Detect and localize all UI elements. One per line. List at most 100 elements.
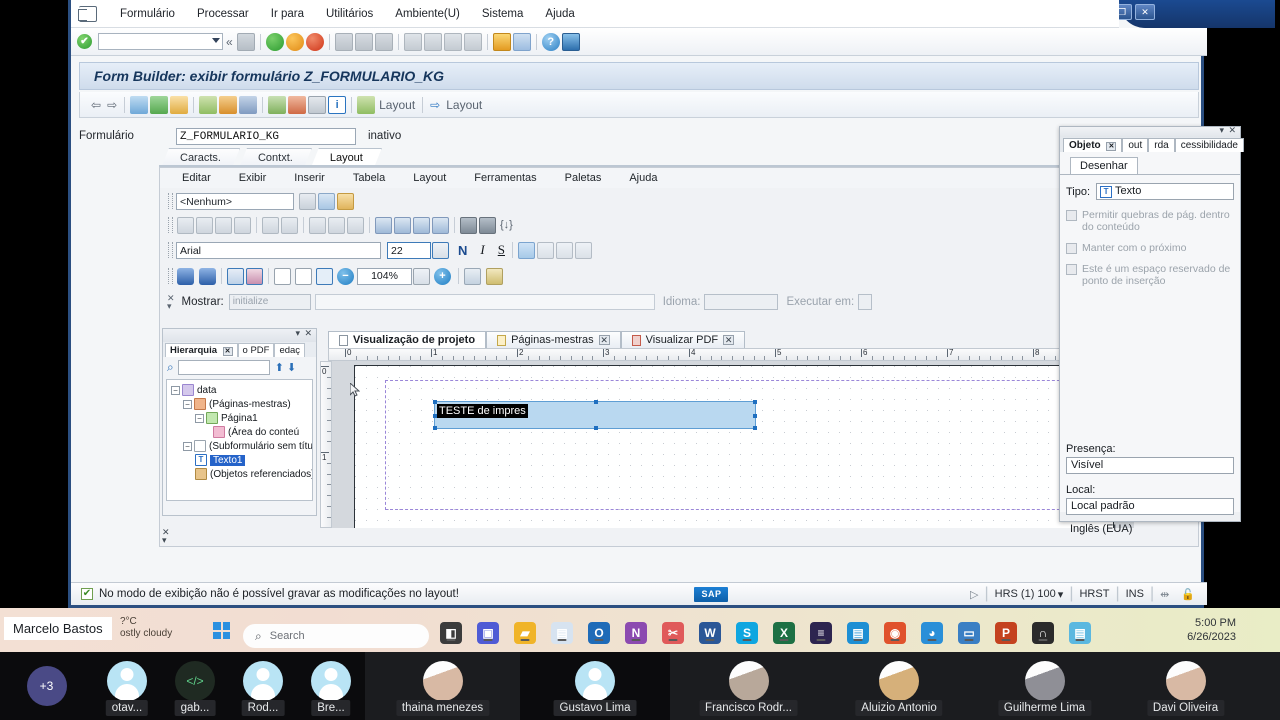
layout-arrow-icon[interactable]: ⇨ bbox=[430, 98, 440, 112]
tree-node-data[interactable]: − data bbox=[169, 383, 310, 397]
menu-sistema[interactable]: Sistema bbox=[471, 5, 535, 23]
lastpass-icon[interactable]: ∩ bbox=[1032, 622, 1054, 644]
subform-boundary[interactable]: TESTE de impres ABC! bbox=[385, 380, 1109, 510]
tab-visualizar-pdf[interactable]: Visualizar PDF ✕ bbox=[620, 331, 746, 348]
panel-close-icon[interactable]: ✕ ▾ bbox=[167, 294, 175, 311]
tree-node-content-area[interactable]: (Área do conteú bbox=[169, 425, 310, 439]
bring-to-front-icon[interactable] bbox=[375, 216, 392, 234]
resize-handle[interactable] bbox=[753, 414, 757, 418]
tree-node-referenced-objects[interactable]: (Objetos referenciados) bbox=[169, 467, 312, 481]
resize-handle[interactable] bbox=[753, 400, 757, 404]
status-resize-icon[interactable]: ⇹ bbox=[1160, 588, 1169, 601]
checkbox-keep-with-next[interactable]: Manter com o próximo bbox=[1066, 242, 1234, 254]
hierarchy-icon[interactable] bbox=[268, 95, 287, 114]
video-participant-tile[interactable]: Guilherme Lima bbox=[971, 652, 1118, 720]
tree-node-master-pages[interactable]: − (Páginas-mestras) bbox=[169, 397, 310, 411]
enter-icon[interactable]: ✔ bbox=[77, 34, 92, 49]
language-select[interactable] bbox=[704, 294, 779, 310]
dark-circle-icon[interactable]: ≡ bbox=[810, 622, 832, 644]
video-participant-tile[interactable]: Aluizio Antonio bbox=[827, 652, 971, 720]
status-lock-icon[interactable]: 🔓 bbox=[1181, 588, 1195, 601]
overflow-count-badge[interactable]: +3 bbox=[26, 666, 67, 706]
tab-layout-palette[interactable]: out bbox=[1122, 138, 1149, 152]
resize-handle[interactable] bbox=[433, 426, 437, 430]
messages-collapse-icon[interactable]: ✕ ▾ bbox=[162, 528, 170, 545]
taskbar-clock[interactable]: 5:00 PM 6/26/2023 bbox=[1187, 616, 1236, 644]
show-script-select[interactable]: initialize bbox=[228, 294, 311, 310]
activate-icon[interactable] bbox=[150, 95, 169, 114]
align-bottom-icon[interactable] bbox=[281, 216, 298, 234]
first-page-icon[interactable] bbox=[403, 32, 422, 51]
chevron-down-icon[interactable] bbox=[212, 38, 220, 43]
distribute-vertical-icon[interactable] bbox=[328, 216, 345, 234]
tab-borda-palette[interactable]: rda bbox=[1148, 138, 1175, 152]
video-participant-tile[interactable]: Rod... bbox=[229, 652, 297, 720]
align-right-icon[interactable] bbox=[215, 216, 232, 234]
expander-icon[interactable]: − bbox=[183, 441, 192, 451]
hierarchy-tree[interactable]: − data − (Páginas-mestras) − Página1 (Ár… bbox=[166, 379, 313, 501]
snip-tool-icon[interactable]: ✂ bbox=[662, 622, 684, 644]
close-icon[interactable]: ✕ bbox=[598, 335, 610, 345]
test-icon[interactable] bbox=[239, 95, 258, 114]
panel-menu-icon[interactable]: ▾ bbox=[295, 328, 300, 339]
checkbox-icon[interactable] bbox=[1066, 243, 1077, 254]
locale-select[interactable]: Local padrão bbox=[1066, 498, 1234, 515]
video-participant-tile[interactable]: Francisco Rodr... bbox=[670, 652, 827, 720]
snap-to-grid-icon[interactable] bbox=[246, 267, 263, 285]
chrome-icon[interactable]: ◉ bbox=[884, 622, 906, 644]
resize-handle[interactable] bbox=[753, 426, 757, 430]
palette-close-icon[interactable]: ✕ bbox=[1228, 125, 1236, 136]
toolbar-grip[interactable] bbox=[168, 268, 173, 284]
command-field[interactable] bbox=[98, 33, 223, 50]
zoom-chevron-icon[interactable] bbox=[413, 267, 430, 285]
align-center-icon[interactable] bbox=[196, 216, 213, 234]
text-object-selected[interactable]: TESTE de impres bbox=[433, 400, 757, 430]
tab-order-icon[interactable]: {↓} bbox=[500, 219, 513, 231]
palette-menu-icon[interactable]: ▾ bbox=[1219, 125, 1224, 136]
outlook-icon[interactable]: O bbox=[588, 622, 610, 644]
customize-icon[interactable] bbox=[561, 32, 580, 51]
checkbox-icon[interactable] bbox=[1066, 264, 1077, 275]
preview-pdf-icon[interactable] bbox=[464, 267, 481, 285]
menu-formulario[interactable]: Formulário bbox=[109, 5, 186, 23]
tab-acessibilidade[interactable]: cessibilidade bbox=[1174, 138, 1244, 152]
close-icon[interactable]: ✕ bbox=[1106, 142, 1117, 151]
sap-logon-icon[interactable]: ▤ bbox=[847, 622, 869, 644]
expander-icon[interactable]: − bbox=[183, 399, 192, 409]
status-chevron-icon[interactable]: ▾ bbox=[1058, 588, 1064, 601]
center-in-page-icon[interactable] bbox=[347, 216, 364, 234]
toolbar-grip[interactable] bbox=[168, 242, 173, 258]
underline-button[interactable]: S bbox=[498, 242, 505, 258]
resize-handle[interactable] bbox=[594, 400, 598, 404]
expander-icon[interactable]: − bbox=[195, 413, 204, 423]
menu-processar[interactable]: Processar bbox=[186, 5, 260, 23]
font-size-select[interactable]: 22 bbox=[387, 241, 431, 259]
next-page-icon[interactable] bbox=[443, 32, 462, 51]
powerpoint-icon[interactable]: P bbox=[995, 622, 1017, 644]
spellcheck-icon[interactable] bbox=[486, 267, 503, 285]
designer-menu-paletas[interactable]: Paletas bbox=[551, 170, 616, 186]
video-participant-tile[interactable]: otav... bbox=[93, 652, 161, 720]
search-icon[interactable]: ⌕ bbox=[167, 360, 174, 375]
file-explorer-icon[interactable]: ▰ bbox=[514, 622, 536, 644]
script-editor-input[interactable] bbox=[314, 294, 655, 310]
tree-node-pagina1[interactable]: − Página1 bbox=[169, 411, 310, 425]
back-arrow-icon[interactable]: ⇦ bbox=[91, 98, 101, 112]
create-session-icon[interactable] bbox=[492, 32, 511, 51]
status-system[interactable]: HRS (1) 100 bbox=[995, 588, 1056, 600]
move-up-icon[interactable]: ⬆ bbox=[275, 361, 284, 374]
italic-button[interactable]: I bbox=[480, 242, 484, 258]
save-icon[interactable] bbox=[236, 32, 255, 51]
style-select[interactable]: <Nenhum> bbox=[176, 192, 294, 210]
subtab-desenhar[interactable]: Desenhar bbox=[1070, 157, 1138, 174]
edge-icon[interactable]: ◕ bbox=[921, 622, 943, 644]
group-icon[interactable] bbox=[460, 216, 477, 234]
designer-menu-exibir[interactable]: Exibir bbox=[225, 170, 281, 186]
add-style-icon[interactable] bbox=[318, 192, 335, 210]
design-canvas[interactable]: TESTE de impres ABC! bbox=[332, 361, 1134, 528]
toolbar-grip[interactable] bbox=[168, 193, 173, 209]
layout-button-1[interactable]: Layout bbox=[379, 98, 415, 112]
columns-icon[interactable] bbox=[308, 95, 327, 114]
import-icon[interactable] bbox=[288, 95, 307, 114]
checkbox-insertion-placeholder[interactable]: Este é um espaço reservado de ponto de i… bbox=[1066, 263, 1234, 287]
